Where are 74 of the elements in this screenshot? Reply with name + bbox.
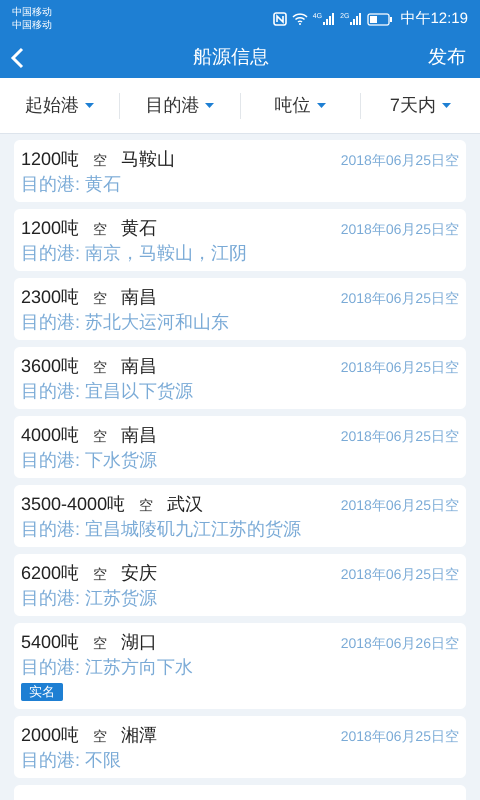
origin-port: 南昌 [121, 286, 158, 309]
vessel-state: 空 [93, 220, 108, 239]
listing-date: 2018年06月25日空 [340, 565, 459, 584]
listing-date: 2018年06月25日空 [340, 727, 459, 746]
origin-port: 南昌 [121, 424, 158, 447]
destination-text: 目的港: 苏北大运河和山东 [21, 311, 230, 334]
listing-card[interactable]: 4000吨 空 南昌 2018年06月25日空 目的港: 下水货源 [14, 416, 466, 478]
listing-date: 2018年06月25日空 [340, 151, 459, 170]
carrier-name: 中国移动 [12, 6, 52, 19]
listing-card[interactable]: 3500-4000吨 空 武汉 2018年06月25日空 目的港: 宜昌城陵矶九江江苏的货源 [14, 485, 466, 547]
signal-icon [350, 13, 362, 25]
listing-card[interactable]: 1200吨 空 马鞍山 2018年06月25日空 目的港: 黄石 [14, 140, 466, 202]
caret-icon [316, 103, 326, 108]
vessel-state: 空 [93, 634, 108, 653]
vessel-state: 空 [93, 427, 108, 446]
origin-port: 马鞍山 [121, 148, 176, 171]
origin-port: 黄石 [121, 217, 158, 240]
tonnage: 2300吨 [21, 286, 80, 309]
destination-text: 目的港: 江苏方向下水 [21, 656, 194, 679]
destination-text: 目的港: 南京，马鞍山，江阴 [21, 242, 248, 265]
origin-port: 武汉 [167, 493, 204, 516]
tonnage: 1200吨 [21, 148, 80, 171]
filter-dropdown[interactable]: 7天内 [360, 92, 480, 119]
listing-date: 2018年06月26日空 [340, 634, 459, 653]
origin-port: 湖口 [121, 631, 158, 654]
tonnage: 6200吨 [21, 562, 80, 585]
tonnage: 3500-4000吨 [21, 493, 126, 516]
battery-icon [367, 12, 394, 26]
vessel-state: 空 [93, 358, 108, 377]
destination-text: 目的港: 宜昌以下货源 [21, 380, 194, 403]
caret-icon [85, 103, 94, 108]
carrier-name: 中国移动 [12, 19, 52, 32]
publish-button[interactable]: 发布 [428, 44, 466, 72]
vessel-state: 空 [93, 565, 108, 584]
nfc-icon [272, 12, 287, 26]
listing-card[interactable]: 5400吨 空 湖口 2018年06月26日空 目的港: 江苏方向下水 实名 [14, 623, 466, 709]
listing-card[interactable]: 2300吨 空 南昌 2018年06月25日空 目的港: 苏北大运河和山东 [14, 278, 466, 340]
tonnage: 1200吨 [21, 217, 80, 240]
signal-icon [323, 13, 336, 25]
status-time: 中午12:19 [400, 8, 468, 29]
listing-date: 2018年06月25日空 [340, 289, 459, 308]
vessel-state: 空 [93, 289, 108, 308]
verified-badge: 实名 [21, 683, 63, 701]
tonnage: 4000吨 [21, 424, 80, 447]
listing-card[interactable]: 1200吨 空 黄石 2018年06月25日空 目的港: 南京，马鞍山，江阴 [14, 209, 466, 271]
tonnage: 5400吨 [21, 631, 80, 654]
origin-port: 南昌 [121, 355, 158, 378]
caret-icon [442, 103, 451, 108]
listing-card[interactable]: 2000吨 空 湘潭 2018年06月25日空 目的港: 不限 [14, 716, 466, 778]
destination-text: 目的港: 江苏货源 [21, 587, 158, 610]
tonnage: 3600吨 [21, 355, 80, 378]
origin-port: 安庆 [121, 562, 158, 585]
destination-text: 目的港: 下水货源 [21, 449, 158, 472]
listing-date: 2018年06月25日空 [340, 427, 459, 446]
origin-port: 湘潭 [121, 724, 158, 747]
filter-dropdown[interactable]: 目的港 [120, 92, 240, 119]
listing-date: 2018年06月25日空 [340, 358, 459, 377]
destination-text: 目的港: 宜昌城陵矶九江江苏的货源 [21, 518, 302, 541]
filter-dropdown[interactable]: 起始港 [0, 92, 120, 119]
tonnage: 2000吨 [21, 724, 80, 747]
vessel-state: 空 [93, 151, 108, 170]
destination-text: 目的港: 黄石 [21, 173, 122, 196]
destination-text: 目的港: 不限 [21, 749, 122, 772]
caret-icon [205, 103, 214, 108]
listing-date: 2018年06月25日空 [340, 220, 459, 239]
back-icon [10, 47, 24, 69]
listing-card[interactable]: 3600吨 空 南昌 2018年06月25日空 目的港: 宜昌以下货源 [14, 347, 466, 409]
listing-date: 2018年06月25日空 [340, 496, 459, 515]
wifi-icon [292, 13, 308, 25]
vessel-state: 空 [93, 727, 108, 746]
vessel-state: 空 [139, 496, 154, 515]
page-title: 船源信息 [193, 46, 269, 70]
listing-card[interactable]: 6200吨 空 安庆 2018年06月25日空 目的港: 江苏货源 [14, 554, 466, 616]
filter-dropdown[interactable]: 吨位 [240, 92, 360, 119]
